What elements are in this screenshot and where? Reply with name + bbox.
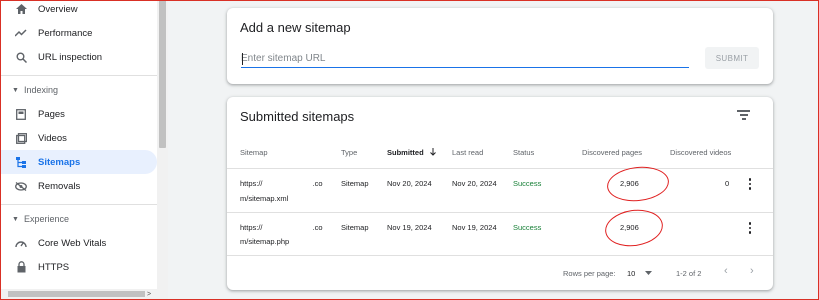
scrollbar-thumb[interactable]	[159, 0, 166, 148]
lock-icon	[14, 260, 28, 274]
video-icon	[14, 131, 28, 145]
add-sitemap-card: Add a new sitemap SUBMIT	[227, 8, 773, 84]
scrollbar-thumb[interactable]	[8, 291, 145, 297]
sidebar-divider	[0, 204, 157, 205]
sitemap-url-input[interactable]	[241, 50, 689, 68]
submitted-sitemaps-card: Submitted sitemaps Sitemap Type Submitte…	[227, 97, 773, 290]
sitemap-url: https://.co	[240, 223, 323, 232]
search-icon	[14, 50, 28, 64]
sidebar-item-performance[interactable]: Performance	[0, 21, 157, 45]
sidebar-item-removals[interactable]: Removals	[0, 174, 157, 198]
sidebar-item-https[interactable]: HTTPS	[0, 255, 157, 279]
sidebar-item-core-web-vitals[interactable]: Core Web Vitals	[0, 231, 157, 255]
column-header-type[interactable]: Type	[341, 148, 357, 157]
submitted-cell: Nov 20, 2024	[387, 179, 432, 188]
section-header-indexing[interactable]: ▼ Indexing	[0, 80, 157, 100]
column-header-discovered-videos[interactable]: Discovered videos	[670, 148, 731, 157]
sidebar-item-sitemaps[interactable]: Sitemaps	[0, 150, 157, 174]
sidebar-item-label: URL inspection	[38, 51, 103, 63]
next-page-icon[interactable]: ›	[750, 265, 754, 277]
last-read-cell: Nov 20, 2024	[452, 179, 497, 188]
sidebar-item-videos[interactable]: Videos	[0, 126, 157, 150]
sidebar-item-label: Performance	[38, 27, 93, 39]
column-header-last-read[interactable]: Last read	[452, 148, 483, 157]
discovered-pages-cell: 2,906	[620, 179, 639, 188]
sidebar-divider	[0, 75, 157, 76]
column-header-sitemap[interactable]: Sitemap	[240, 148, 268, 157]
section-header-experience[interactable]: ▼ Experience	[0, 209, 157, 229]
filter-icon[interactable]	[737, 109, 751, 121]
pages-icon	[14, 107, 28, 121]
status-cell: Success	[513, 179, 542, 188]
pagination-range: 1-2 of 2	[676, 269, 702, 278]
column-header-discovered-pages[interactable]: Discovered pages	[582, 148, 642, 157]
sidebar: Overview Performance URL inspection ▼ In…	[0, 0, 168, 300]
card-title: Submitted sitemaps	[240, 109, 355, 124]
row-divider	[227, 255, 773, 256]
type-cell: Sitemap	[341, 223, 369, 232]
caret-down-icon: ▼	[12, 215, 19, 223]
more-options-icon[interactable]	[747, 178, 753, 190]
home-icon	[14, 2, 28, 16]
sidebar-horizontal-scrollbar[interactable]: >	[0, 289, 157, 300]
sitemap-url-continued: m/sitemap.xml	[240, 194, 289, 203]
column-header-submitted[interactable]: Submitted	[387, 148, 436, 157]
sidebar-item-pages[interactable]: Pages	[0, 102, 157, 126]
row-divider	[227, 168, 773, 169]
trend-icon	[14, 26, 28, 40]
more-options-icon[interactable]	[747, 222, 753, 234]
caret-down-icon: ▼	[12, 86, 19, 94]
sidebar-item-url-inspection[interactable]: URL inspection	[0, 45, 157, 69]
row-divider	[227, 212, 773, 213]
rows-per-page-label: Rows per page:	[563, 269, 616, 278]
card-title: Add a new sitemap	[240, 20, 351, 35]
removals-icon	[14, 179, 28, 193]
text-cursor	[242, 53, 243, 65]
sitemap-url-continued: m/sitemap.php	[240, 237, 290, 246]
dropdown-arrow-icon	[645, 271, 653, 275]
previous-page-icon[interactable]: ‹	[724, 265, 728, 277]
submit-button[interactable]: SUBMIT	[705, 47, 759, 69]
column-header-status[interactable]: Status	[513, 148, 534, 157]
sidebar-item-overview[interactable]: Overview	[0, 0, 157, 21]
sidebar-item-label: Overview	[38, 3, 78, 15]
sort-down-icon	[429, 148, 436, 156]
type-cell: Sitemap	[341, 179, 369, 188]
scroll-right-icon[interactable]: >	[147, 289, 151, 300]
last-read-cell: Nov 19, 2024	[452, 223, 497, 232]
discovered-videos-cell: 0	[725, 179, 730, 188]
rows-per-page-select[interactable]: 10	[627, 269, 653, 278]
sidebar-vertical-scrollbar[interactable]	[157, 0, 168, 300]
gauge-icon	[14, 236, 28, 250]
status-cell: Success	[513, 223, 542, 232]
discovered-pages-cell: 2,906	[620, 223, 639, 232]
submitted-cell: Nov 19, 2024	[387, 223, 432, 232]
sitemap-url: https://.co	[240, 179, 323, 188]
sitemap-icon	[14, 155, 28, 169]
